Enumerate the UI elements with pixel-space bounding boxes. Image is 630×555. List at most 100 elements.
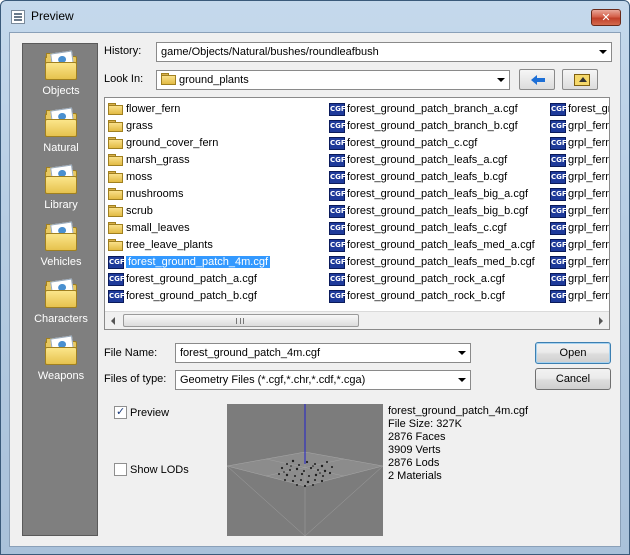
history-combo[interactable]: game/Objects/Natural/bushes/roundleafbus… [156, 42, 612, 62]
back-button[interactable] [519, 69, 555, 90]
folder-icon [45, 335, 77, 365]
list-item[interactable]: CGFgrpl_fern_ [548, 254, 609, 271]
list-item[interactable]: CGF forest_ground_patch_branch_a.cgf [327, 101, 547, 118]
sidebar-item-vehicles[interactable]: Vehicles [23, 219, 99, 275]
file-type-select[interactable]: Geometry Files (*.cgf,*.chr,*.cdf,*.cga) [175, 370, 471, 390]
list-item[interactable]: CGFgrpl_fern_ [548, 186, 609, 203]
scroll-right-icon[interactable] [599, 317, 603, 325]
history-value: game/Objects/Natural/bushes/roundleafbus… [161, 46, 379, 58]
list-item[interactable]: CGFgrpl_fern_ [548, 271, 609, 288]
file-column-3: CGFforest_gr CGFgrpl_fern_ CGFgrpl_fern_… [548, 101, 610, 305]
preview-checkbox[interactable] [114, 405, 127, 419]
title-bar[interactable]: Preview ✕ [1, 1, 629, 31]
list-item[interactable]: scrub [106, 203, 326, 220]
folder-icon [45, 221, 77, 251]
list-item[interactable]: CGF forest_ground_patch_leafs_a.cgf [327, 152, 547, 169]
list-item[interactable]: CGFgrpl_fern_ [548, 220, 609, 237]
file-name: forest_ground_patch_branch_b.cgf [347, 120, 518, 132]
list-item[interactable]: CGF forest_ground_patch_c.cgf [327, 135, 547, 152]
sidebar-item-natural[interactable]: Natural [23, 105, 99, 161]
file-name: grpl_fern_ [568, 188, 609, 200]
list-item[interactable]: CGF forest_ground_patch_rock_b.cgf [327, 288, 547, 305]
list-item[interactable]: CGF forest_gr [548, 101, 610, 118]
list-item[interactable]: CGF forest_ground_patch_leafs_b.cgf [327, 169, 547, 186]
file-name-value: forest_ground_patch_4m.cgf [180, 347, 321, 359]
file-name: forest_ground_patch_c.cgf [347, 137, 478, 149]
list-item[interactable]: CGF forest_ground_patch_leafs_med_a.cgf [327, 237, 547, 254]
places-sidebar: Objects Natural Library Vehicles Charact… [22, 43, 98, 536]
list-item[interactable]: CGF forest_ground_patch_leafs_big_b.cgf [327, 203, 547, 220]
list-item[interactable]: CGF forest_ground_patch_rock_a.cgf [327, 271, 547, 288]
sidebar-item-library[interactable]: Library [23, 162, 99, 218]
cgf-file-icon: CGF [329, 256, 346, 269]
list-item[interactable]: CGF forest_ground_patch_branch_b.cgf [327, 118, 547, 135]
file-name: grpl_fern_ [568, 256, 609, 268]
list-item[interactable]: mushrooms [106, 186, 326, 203]
sidebar-item-label: Weapons [37, 370, 85, 382]
list-item[interactable]: CGF forest_ground_patch_leafs_c.cgf [327, 220, 547, 237]
list-item[interactable]: CGFgrpl_fern_ [548, 169, 609, 186]
list-item[interactable]: CGF forest_ground_patch_a.cgf [106, 271, 326, 288]
cgf-file-icon: CGF [108, 256, 125, 269]
list-item[interactable]: CGFgrpl_fern_ [548, 135, 609, 152]
list-item[interactable]: CGF forest_ground_patch_leafs_big_a.cgf [327, 186, 547, 203]
list-item[interactable]: CGFgrpl_fern_ [548, 237, 609, 254]
list-item[interactable]: moss [106, 169, 326, 186]
list-item[interactable]: CGFgrpl_fern_ [548, 152, 609, 169]
cgf-file-icon: CGF [329, 239, 346, 252]
file-name: grass [126, 120, 153, 132]
sidebar-item-objects[interactable]: Objects [23, 48, 99, 104]
horizontal-scrollbar[interactable] [105, 311, 609, 329]
chevron-down-icon [458, 378, 466, 382]
file-name: grpl_fern_ [568, 205, 609, 217]
cgf-file-icon: CGF [550, 120, 567, 133]
window-title: Preview [31, 9, 74, 23]
list-item[interactable]: CGF forest_ground_patch_b.cgf [106, 288, 326, 305]
folder-icon [108, 205, 123, 217]
cgf-file-icon: CGF [329, 222, 346, 235]
list-item[interactable]: CGFgrpl_fern_ [548, 288, 609, 305]
up-folder-icon [574, 74, 590, 86]
cancel-button[interactable]: Cancel [535, 368, 611, 390]
folder-icon [45, 107, 77, 137]
list-item[interactable]: CGFgrpl_fern_ [548, 203, 609, 220]
cgf-file-icon: CGF [329, 290, 346, 303]
open-button[interactable]: Open [535, 342, 611, 364]
file-column-2: CGF forest_ground_patch_branch_a.cgf CGF f… [327, 101, 547, 305]
close-button[interactable]: ✕ [591, 9, 621, 26]
list-item[interactable]: small_leaves [106, 220, 326, 237]
model-lods: 2876 Lods [388, 457, 440, 469]
cgf-file-icon: CGF [550, 205, 567, 218]
list-item[interactable]: CGF forest_ground_patch_leafs_med_b.cgf [327, 254, 547, 271]
list-item[interactable]: CGFgrpl_fern_ [548, 118, 609, 135]
file-name: tree_leave_plants [126, 239, 213, 251]
file-name: forest_gr [568, 103, 610, 115]
model-verts: 3909 Verts [388, 444, 441, 456]
scrollbar-thumb[interactable] [123, 314, 359, 327]
list-item[interactable]: ground_cover_fern [106, 135, 326, 152]
cgf-file-icon: CGF [550, 154, 567, 167]
list-item[interactable]: flower_fern [106, 101, 326, 118]
cgf-file-icon: CGF [550, 239, 567, 252]
file-name: grpl_fern_ [568, 222, 609, 234]
file-name: scrub [126, 205, 153, 217]
look-in-combo[interactable]: ground_plants [156, 70, 510, 90]
list-item[interactable]: tree_leave_plants [106, 237, 326, 254]
sidebar-item-weapons[interactable]: Weapons [23, 333, 99, 389]
model-file-name: forest_ground_patch_4m.cgf [388, 405, 529, 417]
up-folder-button[interactable] [562, 69, 598, 90]
list-item-selected[interactable]: CGF forest_ground_patch_4m.cgf [106, 254, 326, 271]
sidebar-item-characters[interactable]: Characters [23, 276, 99, 332]
file-name-input[interactable]: forest_ground_patch_4m.cgf [175, 343, 471, 363]
window-icon [11, 10, 25, 24]
chevron-down-icon [497, 78, 505, 82]
file-name: forest_ground_patch_branch_a.cgf [347, 103, 518, 115]
folder-icon [108, 154, 123, 166]
file-list[interactable]: flower_fern grass ground_cover_fern mars… [104, 97, 610, 330]
list-item[interactable]: marsh_grass [106, 152, 326, 169]
show-lods-checkbox[interactable] [114, 463, 127, 476]
scroll-left-icon[interactable] [111, 317, 115, 325]
model-preview-viewport[interactable] [227, 404, 383, 536]
list-item[interactable]: grass [106, 118, 326, 135]
file-name: grpl_fern_ [568, 290, 609, 302]
